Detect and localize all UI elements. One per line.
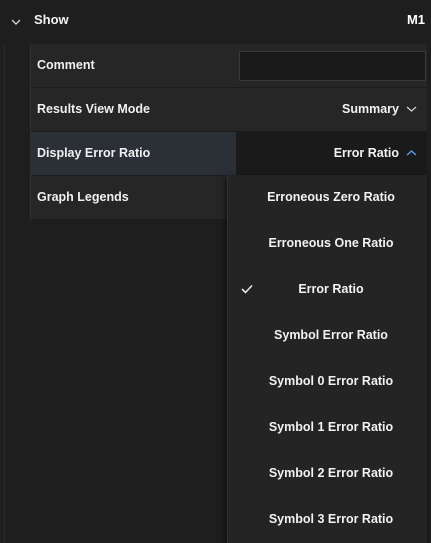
dropdown-option-label: Symbol 1 Error Ratio <box>268 420 394 434</box>
dropdown-option[interactable]: Error Ratio <box>228 267 428 313</box>
dropdown-option-label: Symbol 2 Error Ratio <box>268 466 394 480</box>
error-ratio-dropdown-menu: Erroneous Zero Ratio Erroneous One Ratio E… <box>227 175 427 543</box>
property-row-comment: Comment <box>31 44 427 88</box>
dropdown-option[interactable]: Erroneous Zero Ratio <box>228 175 428 221</box>
property-row-results-view-mode: Results View Mode Summary <box>31 88 427 132</box>
chevron-up-icon[interactable] <box>406 149 417 157</box>
dropdown-option-label: Symbol Error Ratio <box>274 328 388 342</box>
property-label: Graph Legends <box>37 190 129 204</box>
dropdown-option-label: Symbol 3 Error Ratio <box>268 512 394 526</box>
dropdown-option-label: Error Ratio <box>298 282 364 296</box>
dropdown-option[interactable]: Erroneous One Ratio <box>228 221 428 267</box>
show-group-header[interactable]: Show M1 <box>0 0 431 44</box>
property-row-display-error-ratio: Display Error Ratio Error Ratio <box>31 132 427 176</box>
dropdown-option-label: Erroneous One Ratio <box>268 236 394 250</box>
dropdown-option-label: Symbol 0 Error Ratio <box>268 374 394 388</box>
panel-divider <box>4 0 5 543</box>
chevron-down-icon[interactable] <box>406 105 417 113</box>
properties-panel: Show M1 Comment Results View Mode Summar… <box>0 0 431 543</box>
group-title: Show <box>34 12 69 27</box>
dropdown-option[interactable]: Symbol 3 Error Ratio <box>228 497 428 543</box>
property-label: Results View Mode <box>37 102 150 116</box>
comment-input[interactable] <box>239 51 426 81</box>
property-label: Comment <box>37 58 95 72</box>
property-label: Display Error Ratio <box>37 146 151 160</box>
dropdown-option[interactable]: Symbol 1 Error Ratio <box>228 405 428 451</box>
chevron-down-icon[interactable] <box>10 16 22 28</box>
dropdown-option-label: Erroneous Zero Ratio <box>267 190 395 204</box>
dropdown-option[interactable]: Symbol 0 Error Ratio <box>228 359 428 405</box>
dropdown-option[interactable]: Symbol Error Ratio <box>228 313 428 359</box>
dropdown-option[interactable]: Symbol 2 Error Ratio <box>228 451 428 497</box>
measurement-badge: M1 <box>406 12 425 27</box>
display-error-ratio-value[interactable]: Error Ratio <box>334 146 399 160</box>
results-view-mode-select[interactable]: Summary <box>342 102 399 116</box>
